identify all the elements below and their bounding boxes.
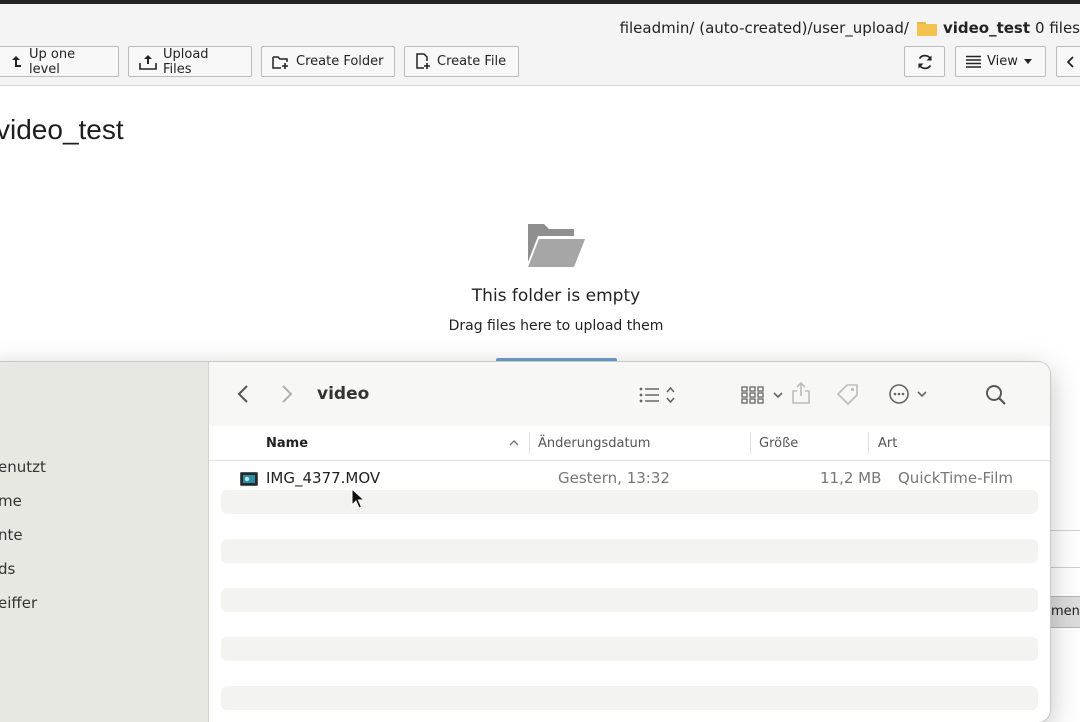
column-header-size[interactable]: Größe	[759, 436, 798, 451]
breadcrumb: fileadmin/ (auto-created)/user_upload/ v…	[620, 17, 1080, 39]
file-name[interactable]: IMG_4377.MOV	[266, 469, 380, 487]
list-icon	[966, 55, 981, 68]
column-divider[interactable]	[868, 432, 869, 454]
file-count: 0 files	[1035, 19, 1080, 37]
create-file-button[interactable]: Create File	[404, 46, 519, 77]
refresh-button[interactable]	[904, 46, 945, 77]
column-header-row: Name Änderungsdatum Größe Art	[209, 426, 1050, 461]
arrow-up-icon	[12, 55, 21, 67]
sidebar-item[interactable]: ds	[0, 560, 15, 578]
share-icon[interactable]	[791, 381, 811, 405]
file-size: 11,2 MB	[820, 469, 882, 487]
refresh-icon	[917, 54, 932, 69]
create-folder-label: Create Folder	[296, 54, 384, 69]
finder-sidebar: enutzt me nte ds eiffer	[0, 362, 209, 722]
empty-row	[221, 539, 1038, 563]
file-row[interactable]: IMG_4377.MOV Gestern, 13:32 11,2 MB Quic…	[221, 460, 1038, 494]
finder-window: enutzt me nte ds eiffer video Name Änder…	[0, 362, 1050, 722]
sidebar-item[interactable]: enutzt	[0, 458, 46, 476]
mouse-cursor-icon	[351, 488, 365, 509]
upload-files-label: Upload Files	[163, 46, 209, 77]
chevron-left-icon	[1067, 55, 1074, 68]
create-folder-button[interactable]: Create Folder	[261, 46, 395, 77]
file-list: IMG_4377.MOV Gestern, 13:32 11,2 MB Quic…	[209, 460, 1050, 722]
grid-group-icon[interactable]	[741, 386, 785, 404]
sidebar-item[interactable]: nte	[0, 526, 23, 544]
empty-row	[221, 588, 1038, 612]
caret-down-icon	[1023, 59, 1032, 64]
breadcrumb-path[interactable]: fileadmin/ (auto-created)/user_upload/	[620, 19, 909, 37]
up-one-level-button[interactable]: Up one level	[0, 46, 119, 77]
doc-header: fileadmin/ (auto-created)/user_upload/ v…	[0, 4, 1080, 86]
column-header-date[interactable]: Änderungsdatum	[538, 436, 650, 451]
upload-files-button[interactable]: Upload Files	[128, 46, 252, 77]
folder-icon	[916, 20, 937, 36]
file-date: Gestern, 13:32	[558, 469, 670, 487]
breadcrumb-current-folder: video_test	[942, 19, 1031, 37]
empty-row	[221, 686, 1038, 710]
empty-state-title: This folder is empty	[471, 286, 641, 306]
file-kind: QuickTime-Film	[898, 469, 1014, 487]
column-divider[interactable]	[750, 432, 751, 454]
upload-icon	[139, 54, 157, 70]
folder-open-icon	[528, 224, 585, 267]
view-dropdown-button[interactable]: View	[955, 46, 1046, 77]
empty-state-subtitle: Drag files here to upload them	[448, 318, 664, 334]
column-divider[interactable]	[529, 432, 530, 454]
empty-row	[221, 637, 1038, 661]
sort-ascending-icon[interactable]	[509, 439, 519, 446]
page-title: video_test	[0, 114, 124, 145]
view-label: View	[987, 54, 1018, 69]
partial-button-right[interactable]	[1056, 46, 1080, 77]
list-view-icon[interactable]	[639, 386, 675, 404]
tag-icon[interactable]	[836, 383, 860, 405]
folder-add-icon	[272, 55, 288, 69]
finder-toolbar: video	[209, 362, 1050, 427]
more-actions-icon[interactable]	[888, 383, 930, 405]
sidebar-item[interactable]: me	[0, 492, 22, 510]
background-row-edge	[1050, 530, 1080, 568]
up-one-level-label: Up one level	[29, 46, 76, 77]
search-icon[interactable]	[985, 384, 1007, 406]
partial-background-button[interactable]: ment	[1050, 596, 1080, 628]
column-header-name[interactable]: Name	[266, 436, 308, 451]
create-file-label: Create File	[437, 54, 507, 69]
file-add-icon	[416, 53, 430, 69]
movie-file-icon	[240, 472, 258, 486]
column-header-kind[interactable]: Art	[878, 436, 897, 451]
finder-folder-title: video	[317, 384, 370, 404]
forward-icon[interactable]	[281, 385, 293, 403]
sidebar-item[interactable]: eiffer	[0, 594, 37, 612]
back-icon[interactable]	[237, 385, 249, 403]
empty-row	[221, 490, 1038, 514]
